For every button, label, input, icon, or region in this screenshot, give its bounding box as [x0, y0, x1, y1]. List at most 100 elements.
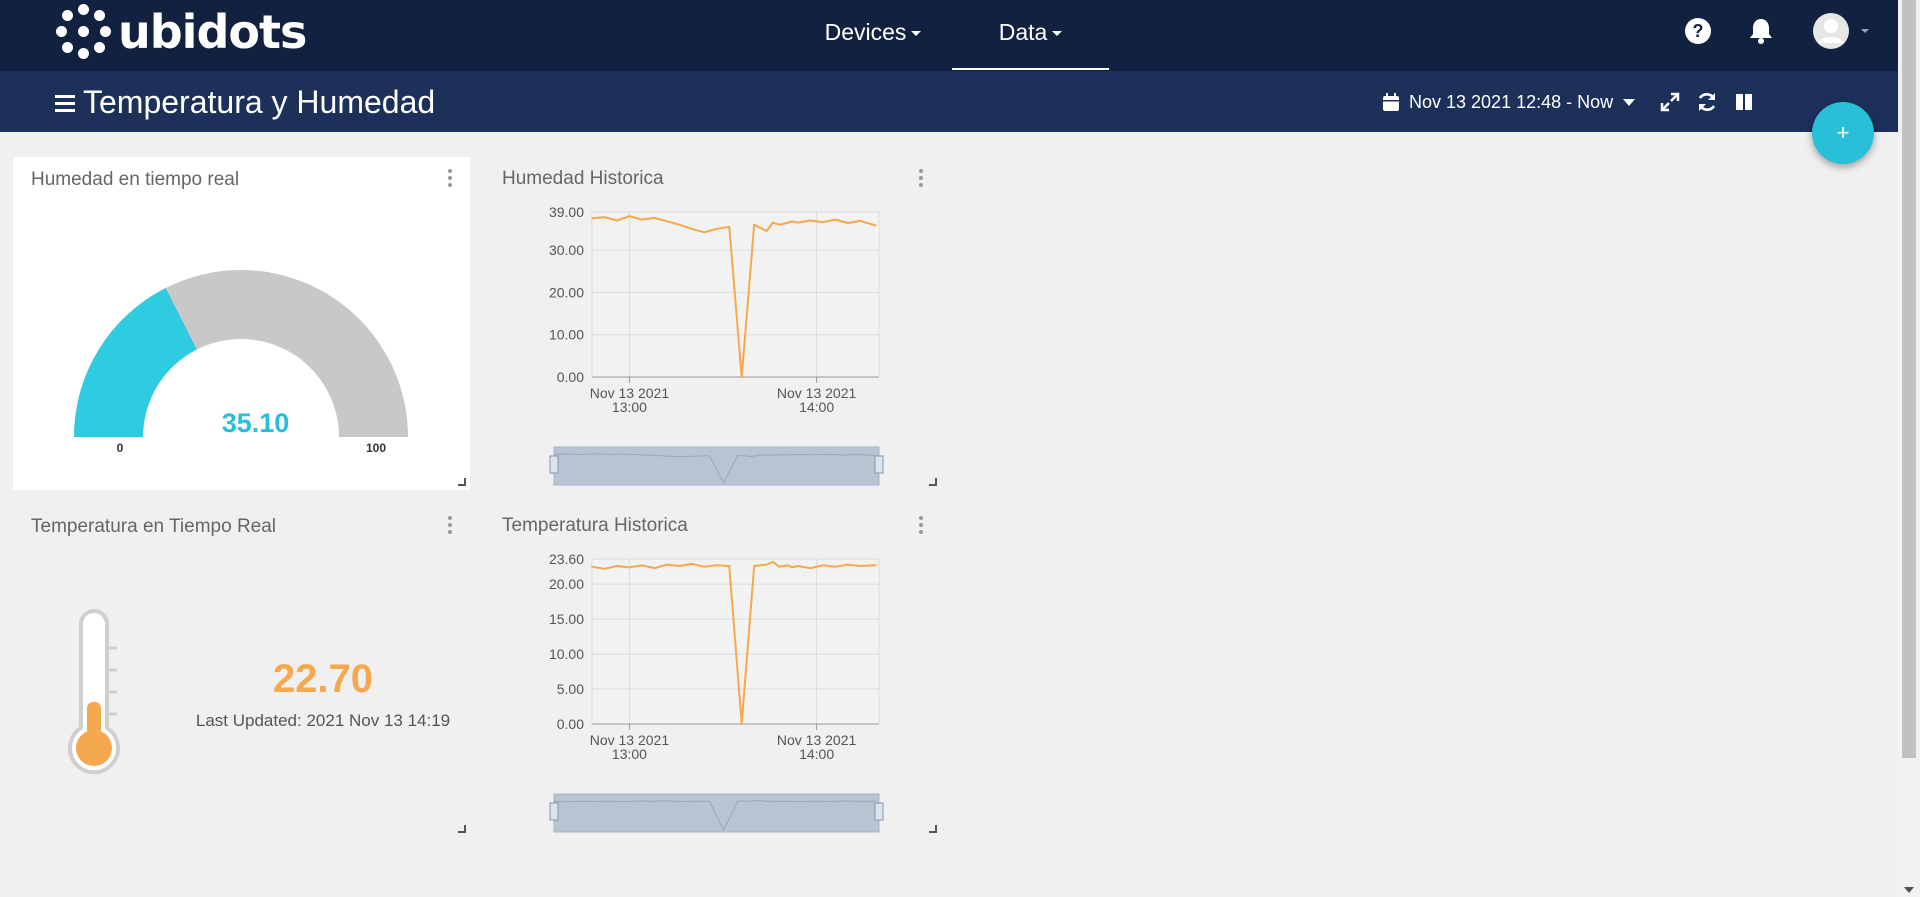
data-point: [591, 565, 593, 568]
data-point: [847, 563, 849, 566]
data-point: [703, 231, 706, 234]
chevron-down-icon: [911, 31, 922, 37]
data-point: [847, 222, 849, 224]
range-navigator: [553, 446, 880, 486]
data-point: [790, 566, 793, 569]
data-point: [859, 220, 862, 222]
humidity-history-chart: 39.0030.0020.0010.000.00Nov 13 202113:00…: [549, 204, 884, 486]
user-menu[interactable]: [1812, 12, 1872, 50]
temperature-history-widget: Temperatura Historica 23.60 20.00 15.00 10.…: [484, 504, 941, 837]
gauge-max-label: 100: [365, 441, 387, 455]
data-point: [875, 224, 877, 227]
data-point: [678, 565, 681, 567]
date-range-picker[interactable]: Nov 13 2021 12:48 - Now: [1383, 88, 1636, 116]
data-point: [765, 563, 768, 566]
data-point: [834, 565, 837, 568]
data-point: [666, 220, 668, 223]
data-point: [778, 565, 780, 568]
humidity-gauge: [74, 270, 408, 437]
data-point: [728, 226, 731, 228]
data-point: [641, 564, 643, 567]
y-tick-label: 10.00: [549, 327, 584, 343]
x-tick-label: 14:00: [799, 746, 834, 762]
widget-title: Temperatura en Tiempo Real: [31, 516, 277, 537]
scrollbar-thumb[interactable]: [1902, 0, 1916, 758]
data-point: [666, 563, 668, 566]
data-point: [603, 216, 606, 218]
data-point: [616, 565, 618, 567]
data-point: [740, 376, 743, 378]
data-point: [628, 215, 631, 218]
nav-data[interactable]: Data: [952, 0, 1109, 70]
data-point: [778, 223, 780, 226]
brand-name: ubidots: [118, 5, 307, 59]
nav-active-indicator: [952, 68, 1109, 70]
data-point: [753, 223, 756, 226]
ubidots-logo-icon: [56, 4, 112, 60]
data-point: [772, 221, 774, 224]
temperature-thermometer-widget: Temperatura en Tiempo Real 22.70 Last Up…: [13, 504, 470, 837]
chevron-down-icon: [1052, 31, 1063, 37]
data-point: [797, 221, 799, 224]
refresh-icon[interactable]: [1695, 90, 1719, 114]
data-point: [616, 219, 618, 222]
navigator-handle-left: [549, 802, 559, 821]
data-point: [875, 564, 877, 567]
data-point: [678, 223, 681, 226]
y-tick-label: 0.00: [557, 369, 584, 385]
ubidots-logo[interactable]: ubidots: [56, 4, 307, 60]
data-point: [641, 218, 643, 221]
x-tick-label: 13:00: [612, 399, 647, 415]
x-tick-label: 13:00: [612, 746, 647, 762]
y-tick-label: 23.60: [549, 551, 584, 567]
navigator-handle-right: [874, 455, 884, 474]
dashboard-bar: Temperatura y Humedad Nov 13 2021 12:48 …: [0, 71, 1898, 132]
chevron-down-icon: [1623, 98, 1636, 106]
data-point: [787, 221, 790, 224]
temperature-history-chart: 23.6020.0015.0010.005.000.00Nov 13 20211…: [549, 551, 884, 833]
columns-icon[interactable]: [1732, 90, 1756, 114]
range-navigator: [553, 793, 880, 833]
resize-handle[interactable]: [929, 825, 937, 833]
gauge-value: 35.10: [221, 408, 290, 438]
data-point: [703, 565, 706, 568]
data-point: [603, 567, 606, 570]
hamburger-menu-icon[interactable]: [55, 95, 75, 116]
resize-handle[interactable]: [458, 825, 466, 833]
data-point: [753, 565, 756, 567]
nav-devices[interactable]: Devices: [818, 0, 928, 70]
y-tick-label: 20.00: [549, 576, 584, 592]
data-point: [787, 564, 790, 567]
dashboard-title: Temperatura y Humedad: [83, 84, 436, 120]
data-point: [790, 220, 793, 223]
help-icon[interactable]: ?: [1684, 17, 1712, 45]
gauge-min-label: 0: [116, 441, 124, 455]
y-tick-label: 10.00: [549, 646, 584, 662]
data-point: [834, 218, 837, 221]
bell-icon[interactable]: [1747, 17, 1775, 45]
top-navbar: ubidots Devices Data ?: [0, 0, 1898, 71]
x-tick-label: 14:00: [799, 399, 834, 415]
data-point: [822, 564, 824, 567]
resize-handle[interactable]: [929, 478, 937, 486]
add-widget-button[interactable]: +: [1812, 102, 1874, 164]
y-tick-label: 5.00: [557, 681, 584, 697]
data-point: [728, 565, 731, 567]
expand-icon[interactable]: [1658, 90, 1682, 114]
resize-handle[interactable]: [458, 478, 466, 486]
humidity-gauge-widget: Humedad en tiempo real 35.10 0 100: [13, 157, 470, 490]
data-point: [691, 228, 693, 230]
y-tick-label: 30.00: [549, 242, 584, 258]
y-tick-label: 39.00: [549, 204, 584, 220]
data-point: [653, 217, 656, 219]
widget-menu-icon[interactable]: [448, 516, 452, 537]
scroll-down-arrow-icon[interactable]: [1904, 887, 1914, 893]
vertical-scrollbar[interactable]: [1898, 0, 1920, 897]
y-tick-label: 15.00: [549, 611, 584, 627]
y-tick-label: 0.00: [557, 716, 584, 732]
data-point: [859, 565, 862, 567]
data-point: [591, 217, 593, 220]
data-point: [653, 567, 656, 569]
data-point: [715, 228, 718, 230]
data-point: [809, 219, 812, 222]
